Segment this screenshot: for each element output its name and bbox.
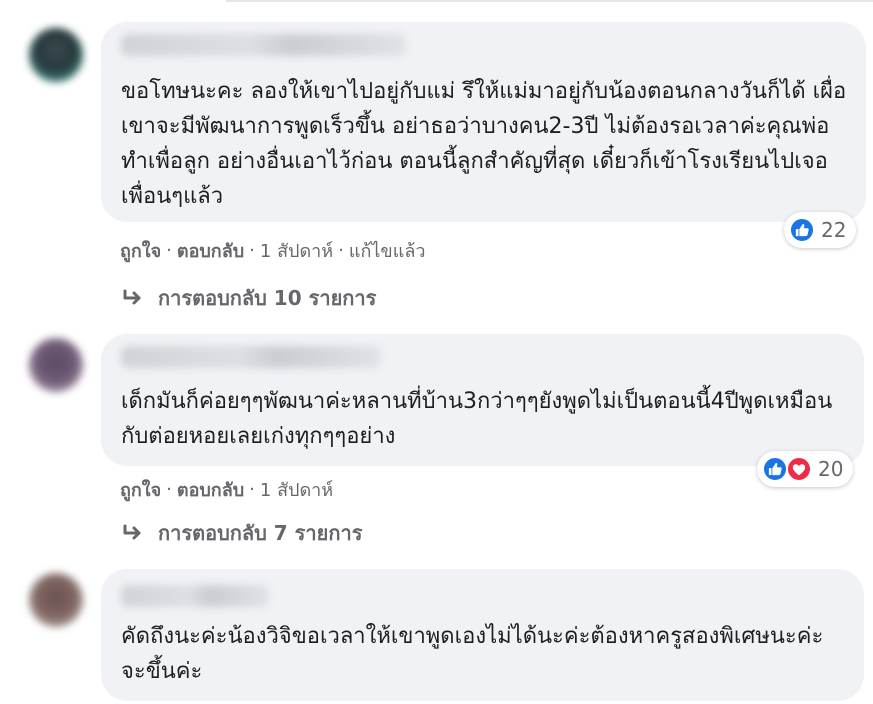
reply-button[interactable]: ตอบกลับ xyxy=(177,475,244,504)
comment-text: เด็กมันก็ค่อยๆๆพัฒนาค่ะหลานที่บ้าน3กว่าๆ… xyxy=(121,389,833,449)
timestamp[interactable]: 1 สัปดาห์ xyxy=(260,236,333,265)
separator-dot: · xyxy=(166,479,172,500)
comment-text: คัดถึงนะค่ะน้องวิจิขอเวลาให้เขาพูดเองไม่… xyxy=(121,624,824,684)
avatar[interactable] xyxy=(29,573,83,627)
avatar[interactable] xyxy=(29,338,83,392)
comment-actions: ถูกใจ · ตอบกลับ · 1 สัปดาห์ xyxy=(120,475,333,504)
replies-count-label: การตอบกลับ 10 รายการ xyxy=(158,286,377,310)
commenter-name-blurred[interactable] xyxy=(121,585,269,607)
reaction-count: 22 xyxy=(821,218,847,242)
like-button[interactable]: ถูกใจ xyxy=(120,236,161,265)
comment-actions: ถูกใจ · ตอบกลับ · 1 สัปดาห์ · แก้ไขแล้ว xyxy=(120,236,425,265)
reaction-count: 20 xyxy=(818,457,844,481)
separator-dot: · xyxy=(166,240,172,261)
comment-text: ขอโทษนะคะ ลองให้เขาไปอยู่กับแม่ รึให้แม่… xyxy=(121,79,847,209)
comment-bubble: ขอโทษนะคะ ลองให้เขาไปอยู่กับแม่ รึให้แม่… xyxy=(101,22,866,222)
view-replies-link[interactable]: การตอบกลับ 10 รายการ xyxy=(122,282,376,314)
separator-dot: · xyxy=(249,240,255,261)
avatar[interactable] xyxy=(29,28,83,82)
divider xyxy=(226,0,873,2)
separator-dot: · xyxy=(338,240,344,261)
reply-button[interactable]: ตอบกลับ xyxy=(177,236,244,265)
replies-count-label: การตอบกลับ 7 รายการ xyxy=(158,521,363,545)
reply-arrow-icon xyxy=(123,524,141,540)
commenter-name-blurred[interactable] xyxy=(121,34,406,56)
commenter-name-blurred[interactable] xyxy=(121,346,381,368)
reactions-summary[interactable]: 22 xyxy=(784,212,857,248)
comment-thread: ขอโทษนะคะ ลองให้เขาไปอยู่กับแม่ รึให้แม่… xyxy=(0,0,873,704)
like-button[interactable]: ถูกใจ xyxy=(120,475,161,504)
like-icon xyxy=(762,456,788,482)
separator-dot: · xyxy=(249,479,255,500)
reactions-summary[interactable]: 20 xyxy=(757,451,854,487)
like-icon xyxy=(789,217,815,243)
timestamp[interactable]: 1 สัปดาห์ xyxy=(260,475,333,504)
love-icon xyxy=(786,456,812,482)
comment-bubble: เด็กมันก็ค่อยๆๆพัฒนาค่ะหลานที่บ้าน3กว่าๆ… xyxy=(101,334,864,466)
reply-arrow-icon xyxy=(123,289,141,305)
edited-label[interactable]: แก้ไขแล้ว xyxy=(349,236,426,265)
view-replies-link[interactable]: การตอบกลับ 7 รายการ xyxy=(122,517,362,549)
comment-bubble: คัดถึงนะค่ะน้องวิจิขอเวลาให้เขาพูดเองไม่… xyxy=(101,569,864,701)
